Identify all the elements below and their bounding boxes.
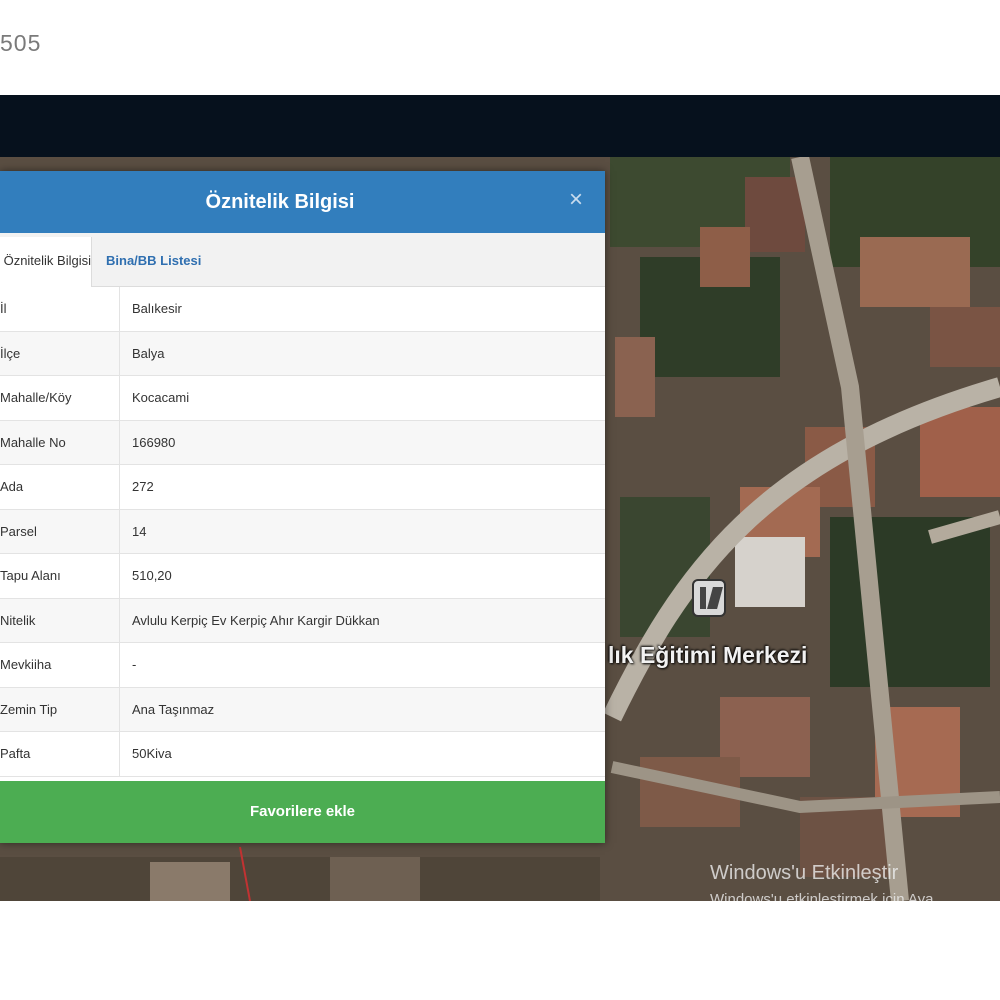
map-place-label: lık Eğitimi Merkezi	[608, 642, 808, 668]
attribute-value: 166980	[132, 434, 176, 450]
attribute-key: Parsel	[0, 509, 120, 553]
attribute-table: İl Balıkesir İlçe Balya Mahalle/Köy Koca…	[0, 287, 605, 777]
table-row: Nitelik Avlulu Kerpiç Ev Kerpiç Ahır Kar…	[0, 598, 605, 643]
watermark-line-2: Windows'u etkinleştirmek için Aya	[710, 891, 934, 901]
app-topbar	[0, 95, 1000, 157]
attribute-key: Zemin Tip	[0, 687, 120, 731]
table-row: Mahalle No 166980	[0, 420, 605, 465]
dialog-title: Öznitelik Bilgisi	[205, 191, 355, 213]
table-row: Ada 272	[0, 465, 605, 510]
attribute-value: 510,20	[132, 568, 172, 583]
table-row: Mevkiiha -	[0, 643, 605, 688]
close-icon[interactable]: ×	[561, 185, 591, 215]
attribute-value: 14	[132, 523, 147, 539]
table-row: İlçe Balya	[0, 331, 605, 376]
table-row: Parsel 14	[0, 509, 605, 554]
add-to-favorites-button[interactable]: Favorilere ekle	[0, 781, 605, 843]
dialog-header: Öznitelik Bilgisi ×	[0, 171, 605, 233]
dialog-tabs: Öznitelik Bilgisi Bina/BB Listesi	[0, 233, 605, 287]
attribute-value: 50Kiva	[132, 746, 172, 761]
attribute-key: Ada	[0, 465, 120, 509]
attribute-value: Balıkesir	[132, 301, 182, 316]
tab-attribute-info[interactable]: Öznitelik Bilgisi	[0, 237, 92, 287]
table-row: Zemin Tip Ana Taşınmaz	[0, 687, 605, 732]
attribute-key: Pafta	[0, 732, 120, 776]
attribute-value: Ana Taşınmaz	[132, 701, 215, 717]
attribute-value: -	[132, 657, 137, 672]
attribute-key: Mahalle/Köy	[0, 376, 120, 420]
attribute-value: Kocacami	[132, 390, 190, 405]
table-row: İl Balıkesir	[0, 287, 605, 332]
attribute-value: Avlulu Kerpiç Ev Kerpiç Ahır Kargir Dükk…	[132, 612, 380, 628]
table-row: Tapu Alanı 510,20	[0, 554, 605, 599]
tab-building-list[interactable]: Bina/BB Listesi	[106, 237, 201, 287]
page-number: 505	[0, 30, 42, 56]
attribute-key: Nitelik	[0, 598, 120, 642]
attribute-value: 272	[132, 479, 154, 494]
attribute-key: Mevkiiha	[0, 643, 120, 687]
table-row: Mahalle/Köy Kocacami	[0, 376, 605, 421]
attribute-key: İlçe	[0, 331, 120, 375]
attribute-key: İl	[0, 287, 120, 331]
attribute-info-dialog: Öznitelik Bilgisi × Öznitelik Bilgisi Bi…	[0, 171, 605, 843]
table-row: Pafta 50Kiva	[0, 732, 605, 777]
tab-attribute-info-label: Öznitelik Bilgisi	[3, 253, 91, 268]
building-marker-icon[interactable]	[692, 579, 726, 617]
attribute-key: Mahalle No	[0, 420, 120, 464]
windows-activation-watermark: Windows'u Etkinleştir Windows'u etkinleş…	[710, 862, 934, 901]
screen: lık Eğitimi Merkezi Windows'u Etkinleşti…	[0, 95, 1000, 901]
attribute-key: Tapu Alanı	[0, 554, 120, 598]
watermark-line-1: Windows'u Etkinleştir	[710, 862, 899, 884]
attribute-value: Balya	[132, 345, 165, 361]
